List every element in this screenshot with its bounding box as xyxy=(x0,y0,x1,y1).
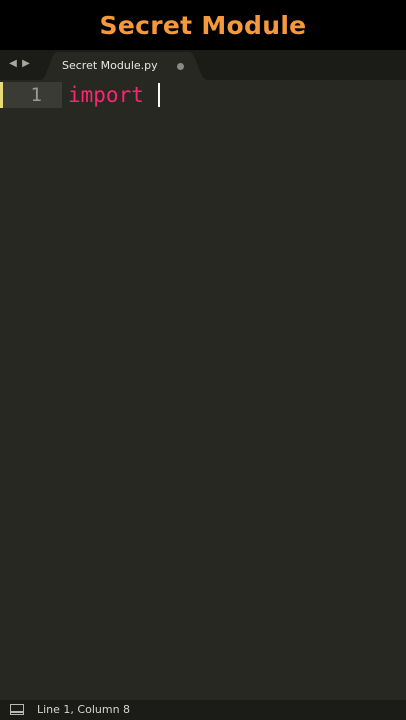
import-keyword: import xyxy=(68,83,157,107)
unsaved-dot-icon[interactable] xyxy=(177,63,184,70)
code-editor[interactable]: 1 import xyxy=(0,80,406,700)
page-title: Secret Module xyxy=(99,10,307,40)
panel-toggle-icon[interactable] xyxy=(10,704,24,715)
modified-line-marker xyxy=(0,82,3,108)
back-arrow-icon[interactable]: ◀ xyxy=(7,57,19,71)
forward-arrow-icon[interactable]: ▶ xyxy=(20,57,32,71)
text-cursor xyxy=(157,83,160,107)
cursor-position[interactable]: Line 1, Column 8 xyxy=(37,703,130,716)
title-bar: Secret Module xyxy=(0,0,406,50)
line-number: 1 xyxy=(30,84,42,106)
tab-secret-module[interactable]: Secret Module.py xyxy=(40,52,207,80)
tab-label: Secret Module.py xyxy=(62,59,158,72)
code-line[interactable]: import xyxy=(68,83,160,107)
status-bar: Line 1, Column 8 xyxy=(0,700,406,720)
